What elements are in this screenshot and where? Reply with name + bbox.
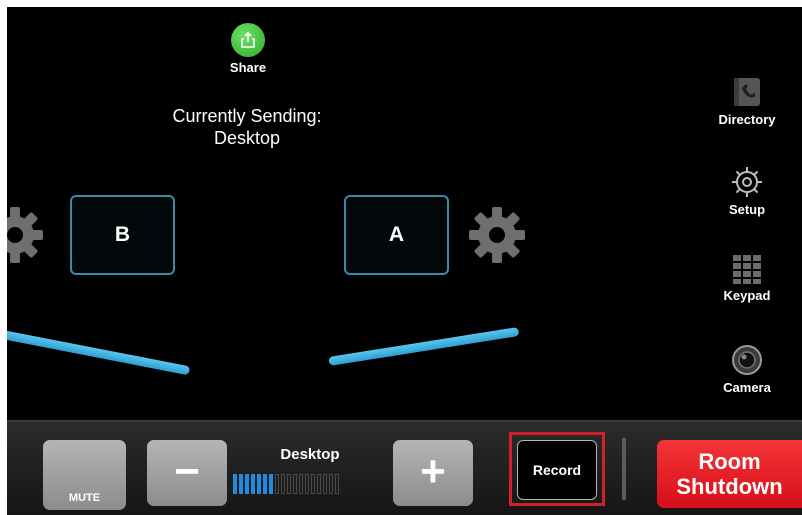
share-icon: [231, 23, 265, 57]
volume-meter-segment: [239, 474, 243, 494]
volume-meter: [233, 474, 339, 494]
camera-label: Camera: [723, 380, 771, 395]
shutdown-label-line1: Room: [698, 449, 761, 474]
display-b-settings-gear-icon[interactable]: [7, 205, 45, 265]
divider: [622, 438, 626, 500]
share-label: Share: [229, 60, 267, 75]
volume-down-button[interactable]: −: [147, 440, 227, 506]
volume-meter-segment: [257, 474, 261, 494]
volume-up-button[interactable]: +: [393, 440, 473, 506]
volume-meter-segment: [317, 474, 321, 494]
record-button[interactable]: Record: [517, 440, 597, 500]
volume-meter-segment: [293, 474, 297, 494]
gear-icon: [732, 167, 762, 197]
volume-meter-segment: [329, 474, 333, 494]
volume-meter-segment: [311, 474, 315, 494]
display-b-label: B: [114, 223, 131, 246]
volume-meter-segment: [299, 474, 303, 494]
display-a-button[interactable]: A: [344, 195, 449, 275]
display-a-connection-line: [328, 327, 520, 366]
bottom-control-bar: MUTE − Desktop + Record Room Shutdown: [7, 420, 802, 515]
setup-label: Setup: [728, 202, 766, 217]
volume-meter-segment: [275, 474, 279, 494]
volume-meter-segment: [287, 474, 291, 494]
volume-meter-segment: [323, 474, 327, 494]
sending-status: Currently Sending: Desktop: [147, 105, 347, 149]
phone-book-icon: [734, 78, 760, 106]
volume-meter-segment: [335, 474, 339, 494]
sending-status-title: Currently Sending:: [172, 106, 322, 126]
camera-button[interactable]: Camera: [707, 343, 787, 395]
display-b-button[interactable]: B: [70, 195, 175, 275]
share-button[interactable]: Share: [223, 23, 273, 87]
volume-source-label: Desktop: [280, 446, 340, 463]
volume-meter-segment: [245, 474, 249, 494]
directory-label: Directory: [718, 112, 776, 127]
plus-icon: +: [420, 447, 446, 497]
keypad-label: Keypad: [723, 288, 771, 303]
shutdown-label-line2: Shutdown: [676, 474, 783, 499]
volume-meter-segment: [263, 474, 267, 494]
keypad-icon: [733, 255, 761, 284]
mute-label: MUTE: [68, 492, 101, 504]
directory-button[interactable]: Directory: [707, 75, 787, 127]
minus-icon: −: [174, 447, 200, 497]
volume-meter-segment: [281, 474, 285, 494]
room-shutdown-button[interactable]: Room Shutdown: [657, 440, 802, 508]
mute-button[interactable]: MUTE: [43, 440, 126, 510]
camera-icon: [732, 345, 762, 375]
volume-meter-segment: [269, 474, 273, 494]
setup-button[interactable]: Setup: [707, 165, 787, 217]
display-b-connection-line: [7, 329, 191, 376]
display-a-settings-gear-icon[interactable]: [467, 205, 527, 265]
volume-meter-segment: [233, 474, 237, 494]
display-a-label: A: [388, 223, 405, 246]
keypad-button[interactable]: Keypad: [707, 253, 787, 303]
volume-meter-segment: [305, 474, 309, 494]
record-label: Record: [532, 462, 582, 478]
volume-meter-segment: [251, 474, 255, 494]
sending-status-source: Desktop: [213, 128, 281, 148]
control-panel-screen: Share Currently Sending: Desktop B A Dir…: [7, 7, 802, 515]
